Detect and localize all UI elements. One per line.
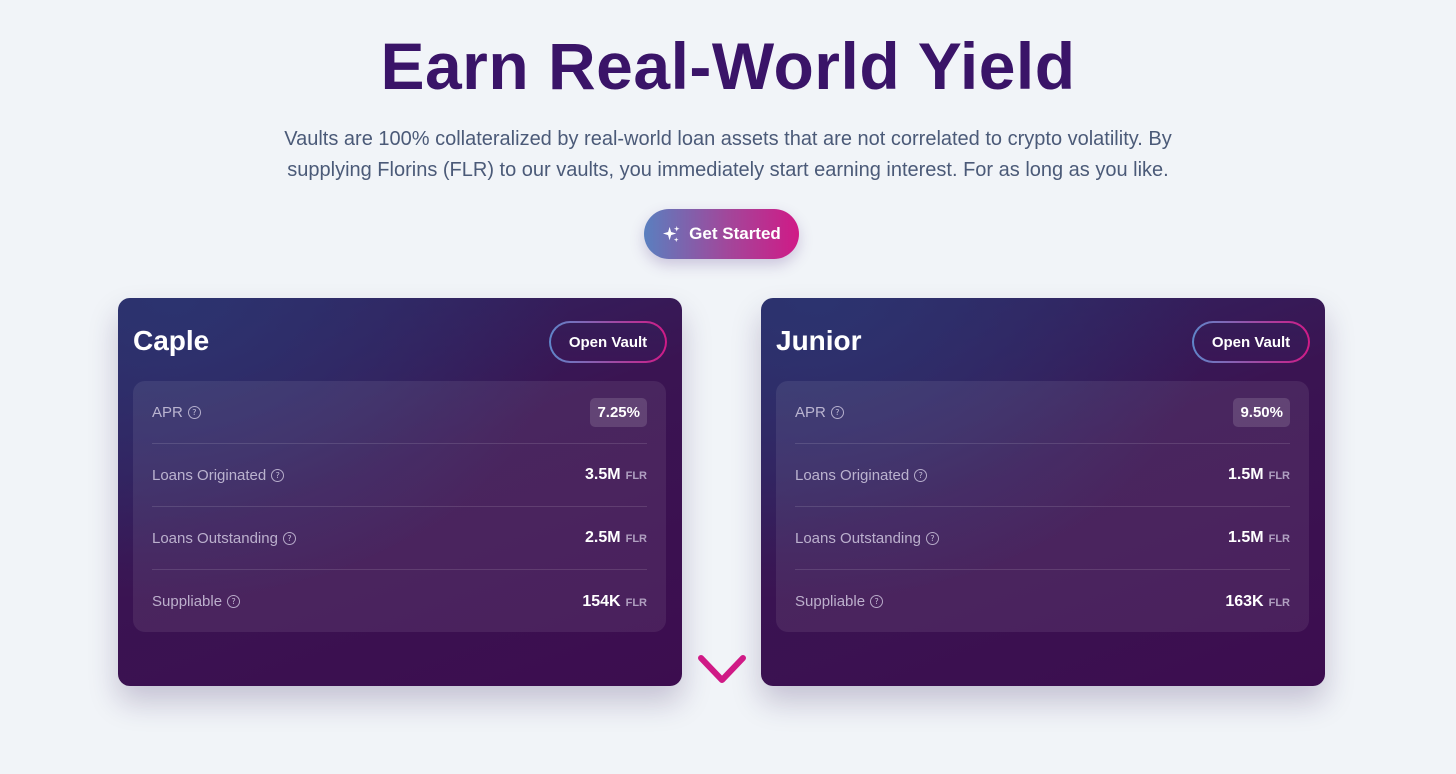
loans-outstanding-value: 2.5M bbox=[585, 529, 621, 546]
vault-card-caple: Caple Open Vault APR ? 7.25% Loans Origi… bbox=[118, 298, 682, 686]
suppliable-value: 163K bbox=[1225, 592, 1264, 610]
apr-value: 9.50% bbox=[1233, 397, 1290, 427]
help-icon[interactable]: ? bbox=[271, 468, 285, 482]
stat-row-suppliable: Suppliable ? 163K FLR bbox=[795, 570, 1290, 633]
page-title: Earn Real-World Yield bbox=[380, 29, 1076, 103]
apr-label: APR bbox=[152, 403, 183, 421]
loans-outstanding-label: Loans Outstanding bbox=[795, 529, 921, 547]
chevron-down-icon[interactable] bbox=[697, 652, 747, 688]
unit-label: FLR bbox=[1268, 533, 1290, 545]
sparkles-icon bbox=[662, 225, 681, 244]
unit-label: FLR bbox=[625, 470, 647, 482]
help-icon[interactable]: ? bbox=[282, 531, 296, 545]
loans-outstanding-label: Loans Outstanding bbox=[152, 529, 278, 547]
help-icon[interactable]: ? bbox=[925, 531, 939, 545]
suppliable-label: Suppliable bbox=[795, 593, 866, 610]
loans-outstanding-value: 1.5M bbox=[1228, 529, 1264, 546]
vault-card-junior: Junior Open Vault APR ? 9.50% Loans Orig… bbox=[761, 298, 1325, 686]
stat-row-loans-originated: Loans Originated ? 3.5M FLR bbox=[152, 444, 647, 507]
open-vault-button[interactable]: Open Vault bbox=[1192, 321, 1310, 363]
hero-subtitle: Vaults are 100% collateralized by real-w… bbox=[284, 128, 1172, 181]
vault-stats-panel: APR ? 7.25% Loans Originated ? 3.5M FLR … bbox=[133, 381, 666, 632]
unit-label: FLR bbox=[1268, 596, 1290, 609]
suppliable-value: 154K bbox=[582, 592, 621, 610]
stat-row-loans-originated: Loans Originated ? 1.5M FLR bbox=[795, 444, 1290, 507]
stat-row-suppliable: Suppliable ? 154K FLR bbox=[152, 570, 647, 633]
get-started-button[interactable]: Get Started bbox=[644, 209, 799, 259]
apr-value: 7.25% bbox=[590, 397, 647, 427]
get-started-label: Get Started bbox=[689, 224, 781, 243]
loans-originated-label: Loans Originated bbox=[152, 466, 267, 484]
unit-label: FLR bbox=[1268, 470, 1290, 482]
vault-title: Caple bbox=[133, 325, 210, 356]
vault-stats-panel: APR ? 9.50% Loans Originated ? 1.5M FLR … bbox=[776, 381, 1309, 632]
stat-row-apr: APR ? 7.25% bbox=[152, 381, 647, 444]
stat-row-loans-outstanding: Loans Outstanding ? 1.5M FLR bbox=[795, 507, 1290, 570]
help-icon[interactable]: ? bbox=[914, 468, 928, 482]
open-vault-button[interactable]: Open Vault bbox=[549, 321, 667, 363]
loans-originated-value: 1.5M bbox=[1228, 466, 1264, 483]
unit-label: FLR bbox=[625, 533, 647, 545]
help-icon[interactable]: ? bbox=[227, 595, 241, 608]
help-icon[interactable]: ? bbox=[830, 405, 844, 419]
suppliable-label: Suppliable bbox=[152, 593, 223, 610]
vault-title: Junior bbox=[776, 325, 862, 356]
loans-originated-label: Loans Originated bbox=[795, 466, 910, 484]
unit-label: FLR bbox=[625, 596, 647, 609]
loans-originated-value: 3.5M bbox=[585, 466, 621, 483]
stat-row-loans-outstanding: Loans Outstanding ? 2.5M FLR bbox=[152, 507, 647, 570]
help-icon[interactable]: ? bbox=[870, 595, 884, 608]
apr-label: APR bbox=[795, 403, 826, 421]
help-icon[interactable]: ? bbox=[187, 405, 201, 419]
stat-row-apr: APR ? 9.50% bbox=[795, 381, 1290, 444]
